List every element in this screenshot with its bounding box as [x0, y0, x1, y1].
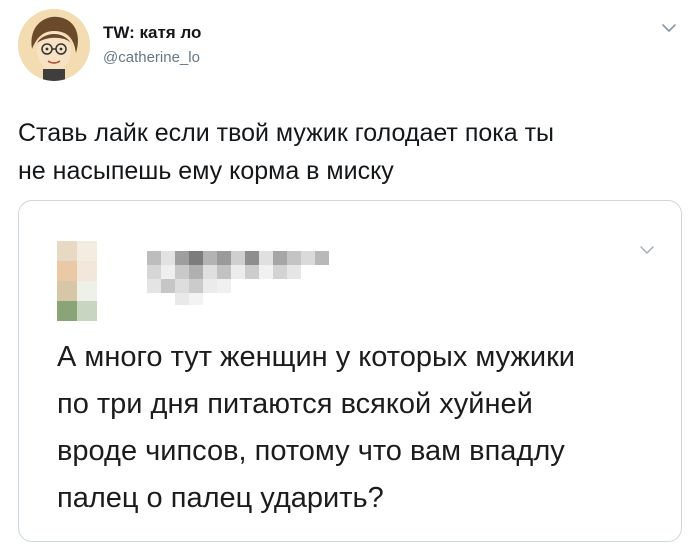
tweet-text: Ставь лайк если твой мужик голодает пока… — [18, 114, 682, 190]
blurred-avatar — [57, 241, 117, 321]
quoted-text-line: по три дня питаются всякой хуйней — [57, 388, 533, 420]
display-name[interactable]: TW: катя ло — [103, 23, 201, 43]
tweet: TW: катя ло @catherine_lo Ставь лайк есл… — [0, 0, 700, 557]
chevron-down-icon[interactable] — [636, 239, 658, 261]
quoted-tweet-card[interactable]: А много тут женщин у которых мужики по т… — [18, 200, 682, 542]
quoted-text-line: вроде чипсов, потому что вам впадлу — [57, 435, 565, 467]
quoted-text-line: А много тут женщин у которых мужики — [57, 341, 575, 373]
tweet-text-line: Ставь лайк если твой мужик голодает пока… — [18, 119, 555, 147]
user-handle[interactable]: @catherine_lo — [103, 49, 200, 66]
chevron-down-icon[interactable] — [658, 17, 680, 39]
quoted-tweet-text: А много тут женщин у которых мужики по т… — [57, 334, 657, 522]
quoted-text-line: палец о палец ударить? — [57, 482, 384, 514]
tweet-text-line: не насыпешь ему корма в миску — [18, 157, 394, 185]
blurred-author-name — [147, 251, 333, 305]
cartoon-avatar-icon[interactable] — [18, 9, 90, 81]
